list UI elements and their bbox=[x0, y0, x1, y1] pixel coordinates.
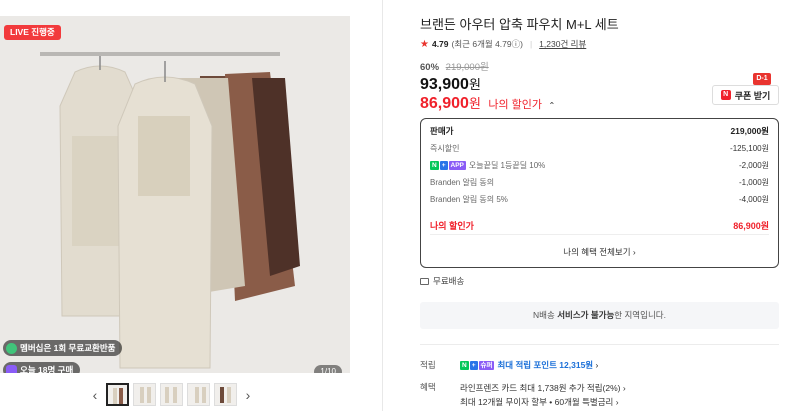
chevron-right-icon: › bbox=[595, 360, 599, 370]
breakdown-total-label: 나의 할인가 bbox=[430, 221, 474, 231]
all-benefits-link[interactable]: 나의 혜택 전체보기 › bbox=[421, 246, 778, 258]
breakdown-value: -1,000원 bbox=[738, 178, 769, 187]
cart-icon bbox=[6, 364, 17, 373]
breakdown-total-value: 86,900원 bbox=[733, 221, 769, 231]
membership-pill[interactable]: 멤버십은 1회 무료교환반품 bbox=[3, 340, 123, 356]
membership-icon bbox=[6, 342, 17, 354]
main-product-image[interactable]: LIVE 진행중 멤버십은 1회 무료교환반품 오늘 18명 구매 1/10 bbox=[0, 16, 350, 373]
breakdown-label: 오늘끝딜 1등끝딜 10% bbox=[468, 161, 546, 170]
points-tags: N + 슈퍼 bbox=[460, 361, 495, 371]
breakdown-row-instant-discount: 즉시할인 -125,100원 bbox=[430, 143, 769, 154]
next-arrow-icon[interactable]: › bbox=[241, 384, 255, 406]
shipping-row: 무료배송 bbox=[420, 275, 464, 287]
my-price-unit: 원 bbox=[468, 96, 481, 111]
thumbnail-1[interactable] bbox=[106, 383, 129, 406]
section-divider bbox=[420, 344, 779, 345]
thumbnail-4[interactable] bbox=[187, 383, 210, 406]
product-gallery: LIVE 진행중 멤버십은 1회 무료교환반품 오늘 18명 구매 1/10 ‹… bbox=[0, 0, 352, 411]
review-count-link[interactable]: 1,230건 리뷰 bbox=[539, 38, 586, 50]
chevron-up-icon: ⌃ bbox=[548, 101, 556, 110]
notice-bold: 서비스가 불가능 bbox=[557, 310, 615, 320]
thumbnail-3[interactable] bbox=[160, 383, 183, 406]
naver-tag: N bbox=[460, 361, 469, 371]
sale-price-unit: 원 bbox=[468, 77, 481, 92]
my-price-value: 86,900 bbox=[420, 95, 469, 112]
naver-n-icon: N bbox=[720, 90, 731, 100]
coupon-button-label: 쿠폰 받기 bbox=[734, 90, 771, 101]
thumbnail-2[interactable] bbox=[133, 383, 156, 406]
breakdown-label: 즉시할인 bbox=[430, 144, 460, 153]
plus-tag: + bbox=[469, 361, 478, 371]
naver-tag: N bbox=[430, 161, 439, 171]
thumbnail-strip: ‹ › bbox=[88, 383, 255, 406]
points-key: 적립 bbox=[420, 360, 436, 370]
breakdown-label-with-tags: N + APP 오늘끝딜 1등끝딜 10% bbox=[430, 160, 545, 171]
benefit-installment-link[interactable]: 최대 12개월 무이자 할부 • 60개월 특별금리 › bbox=[460, 395, 626, 409]
breakdown-row-alert-consent: Branden 알림 동의 -1,000원 bbox=[430, 177, 769, 188]
rating-detail[interactable]: (최근 6개월 4.79ⓘ) bbox=[452, 38, 523, 50]
sale-price: 93,900원 bbox=[420, 74, 481, 94]
shipping-label: 무료배송 bbox=[433, 276, 465, 286]
breakdown-value: -125,100원 bbox=[730, 144, 769, 153]
delivery-notice: N배송 서비스가 불가능한 지역입니다. bbox=[420, 302, 779, 329]
rating-row: ★ 4.79 (최근 6개월 4.79ⓘ) | 1,230건 리뷰 bbox=[420, 38, 586, 50]
notice-suffix: 한 지역입니다. bbox=[614, 310, 666, 320]
benefit-card-link[interactable]: 라인프렌즈 카드 최대 1,738원 추가 적립(2%) › bbox=[460, 381, 626, 395]
points-link[interactable]: N + 슈퍼 최대 적립 포인트 12,315원 › bbox=[460, 359, 598, 371]
membership-pill-label: 멤버십은 1회 무료교환반품 bbox=[20, 343, 116, 353]
image-counter: 1/10 bbox=[314, 365, 342, 373]
original-price: 219,000원 bbox=[445, 62, 489, 73]
prev-arrow-icon[interactable]: ‹ bbox=[88, 384, 102, 406]
rating-score: 4.79 bbox=[431, 39, 449, 49]
product-photo-illustration bbox=[0, 16, 350, 373]
discount-percent: 60% bbox=[420, 62, 440, 73]
breakdown-row-my-price: 나의 할인가 86,900원 bbox=[430, 219, 769, 232]
my-price-toggle[interactable]: 86,900원 나의 할인가 ⌃ bbox=[420, 93, 555, 113]
breakdown-row-today-deal: N + APP 오늘끝딜 1등끝딜 10% -2,000원 bbox=[430, 160, 769, 171]
breakdown-divider bbox=[430, 234, 769, 235]
points-text: 최대 적립 포인트 12,315원 bbox=[497, 360, 594, 370]
coupon-button[interactable]: N 쿠폰 받기 bbox=[712, 85, 779, 105]
app-tag: APP bbox=[448, 161, 466, 171]
super-tag: 슈퍼 bbox=[478, 361, 495, 371]
benefits-key: 혜택 bbox=[420, 382, 436, 392]
live-badge[interactable]: LIVE 진행중 bbox=[4, 25, 61, 40]
plus-tag: + bbox=[439, 161, 448, 171]
column-divider bbox=[382, 0, 383, 411]
buyers-pill: 오늘 18명 구매 bbox=[3, 362, 81, 373]
product-title: 브랜든 아우터 압축 파우치 M+L 세트 bbox=[420, 17, 619, 32]
notice-prefix: N배송 bbox=[533, 310, 558, 320]
breakdown-label: Branden 알림 동의 bbox=[430, 178, 495, 187]
breakdown-row-alert-consent-5: Branden 알림 동의 5% -4,000원 bbox=[430, 194, 769, 205]
breakdown-value: -4,000원 bbox=[738, 195, 769, 204]
discount-row: 60% 219,000원 bbox=[420, 59, 489, 73]
price-breakdown-box: 판매가 219,000원 즉시할인 -125,100원 N + APP 오늘끝딜 1… bbox=[420, 118, 779, 268]
breakdown-label: Branden 알림 동의 5% bbox=[430, 195, 508, 204]
rating-separator: | bbox=[529, 39, 533, 49]
star-icon: ★ bbox=[420, 38, 429, 50]
buyers-pill-label: 오늘 18명 구매 bbox=[20, 365, 74, 373]
coupon-dday-badge: D-1 bbox=[753, 73, 771, 85]
sale-price-value: 93,900 bbox=[420, 76, 469, 93]
truck-icon bbox=[420, 277, 429, 285]
breakdown-label: 판매가 bbox=[430, 126, 454, 136]
my-price-label: 나의 할인가 bbox=[488, 99, 543, 111]
thumbnail-5[interactable] bbox=[214, 383, 237, 406]
benefit-tags: N + APP bbox=[430, 161, 466, 171]
breakdown-value: -2,000원 bbox=[738, 161, 769, 170]
breakdown-row-sale-price: 판매가 219,000원 bbox=[430, 125, 769, 137]
breakdown-value: 219,000원 bbox=[730, 126, 769, 136]
benefits-list: 라인프렌즈 카드 최대 1,738원 추가 적립(2%) › 최대 12개월 무… bbox=[460, 381, 626, 409]
